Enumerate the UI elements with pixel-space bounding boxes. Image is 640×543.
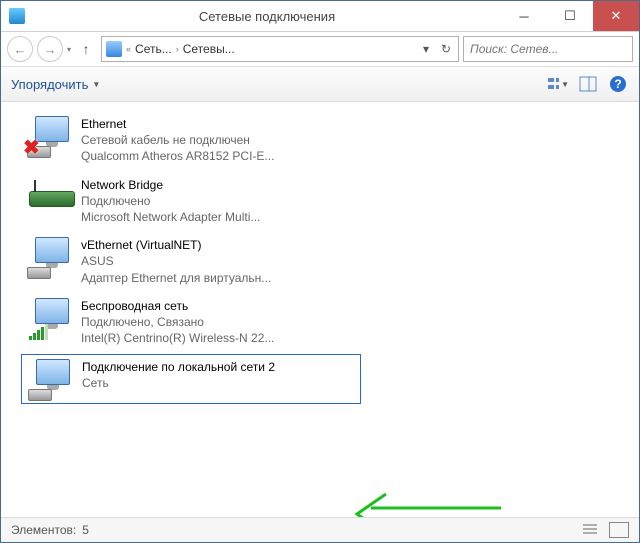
- annotation-arrow-icon: [351, 500, 511, 517]
- bridge-icon: [27, 177, 75, 217]
- status-count: 5: [82, 523, 89, 537]
- preview-pane-icon[interactable]: [577, 73, 599, 95]
- ethernet-icon: [27, 237, 75, 277]
- connection-device: Qualcomm Atheros AR8152 PCI-E...: [81, 148, 274, 164]
- connection-item-selected[interactable]: Подключение по локальной сети 2 Сеть: [21, 354, 361, 404]
- help-icon[interactable]: ?: [607, 73, 629, 95]
- window-frame: Сетевые подключения ─ ☐ ✕ ← → ▾ ↑ « Сеть…: [0, 0, 640, 543]
- address-bar[interactable]: « Сеть... › Сетевы... ▾ ↻: [101, 36, 459, 62]
- address-dropdown-icon[interactable]: ▾: [418, 42, 434, 56]
- window-controls: ─ ☐ ✕: [501, 1, 639, 31]
- wifi-icon: [27, 298, 75, 338]
- breadcrumb-part[interactable]: Сетевы...: [183, 42, 235, 56]
- connection-item[interactable]: vEthernet (VirtualNET) ASUS Адаптер Ethe…: [21, 233, 361, 290]
- details-view-icon[interactable]: [581, 522, 599, 539]
- window-icon: [9, 8, 25, 24]
- maximize-button[interactable]: ☐: [547, 1, 593, 31]
- connection-name: Беспроводная сеть: [81, 298, 274, 314]
- window-title: Сетевые подключения: [33, 9, 501, 24]
- organize-label: Упорядочить: [11, 77, 88, 92]
- connection-status: Сетевой кабель не подключен: [81, 132, 274, 148]
- minimize-button[interactable]: ─: [501, 1, 547, 31]
- status-bar: Элементов: 5: [1, 517, 639, 542]
- connection-item[interactable]: Беспроводная сеть Подключено, Связано In…: [21, 294, 361, 351]
- status-label: Элементов:: [11, 523, 76, 537]
- breadcrumb-sep-icon: «: [126, 44, 131, 54]
- search-box[interactable]: [463, 36, 633, 62]
- chevron-right-icon: ›: [176, 44, 179, 54]
- location-icon: [106, 41, 122, 57]
- refresh-icon[interactable]: ↻: [438, 42, 454, 56]
- connection-status: Подключено: [81, 193, 260, 209]
- up-button[interactable]: ↑: [75, 38, 97, 60]
- content-area: ✖ Ethernet Сетевой кабель не подключен Q…: [1, 102, 639, 517]
- connection-device: Адаптер Ethernet для виртуальн...: [81, 270, 271, 286]
- connection-device: Сеть: [82, 375, 275, 391]
- ethernet-disconnected-icon: ✖: [27, 116, 75, 156]
- connection-status: ASUS: [81, 253, 271, 269]
- toolbar: Упорядочить ▼ ▼ ?: [1, 67, 639, 102]
- connection-name: vEthernet (VirtualNET): [81, 237, 271, 253]
- view-options-icon[interactable]: ▼: [547, 73, 569, 95]
- connection-device: Intel(R) Centrino(R) Wireless-N 22...: [81, 330, 274, 346]
- organize-menu[interactable]: Упорядочить ▼: [11, 77, 100, 92]
- connection-name: Ethernet: [81, 116, 274, 132]
- close-button[interactable]: ✕: [593, 1, 639, 31]
- connection-name: Подключение по локальной сети 2: [82, 359, 275, 375]
- navigation-bar: ← → ▾ ↑ « Сеть... › Сетевы... ▾ ↻: [1, 32, 639, 67]
- connection-item[interactable]: ✖ Ethernet Сетевой кабель не подключен Q…: [21, 112, 361, 169]
- ethernet-icon: [28, 359, 76, 399]
- titlebar: Сетевые подключения ─ ☐ ✕: [1, 1, 639, 32]
- breadcrumb-part[interactable]: Сеть...: [135, 42, 172, 56]
- connection-item[interactable]: Network Bridge Подключено Microsoft Netw…: [21, 173, 361, 230]
- search-input[interactable]: [468, 41, 628, 57]
- svg-text:?: ?: [614, 77, 621, 91]
- back-button[interactable]: ←: [7, 36, 33, 62]
- connection-name: Network Bridge: [81, 177, 260, 193]
- large-icons-view-icon[interactable]: [609, 522, 629, 538]
- forward-button[interactable]: →: [37, 36, 63, 62]
- chevron-down-icon: ▼: [92, 80, 100, 89]
- connection-status: Подключено, Связано: [81, 314, 274, 330]
- connection-device: Microsoft Network Adapter Multi...: [81, 209, 260, 225]
- history-dropdown-icon[interactable]: ▾: [67, 45, 71, 54]
